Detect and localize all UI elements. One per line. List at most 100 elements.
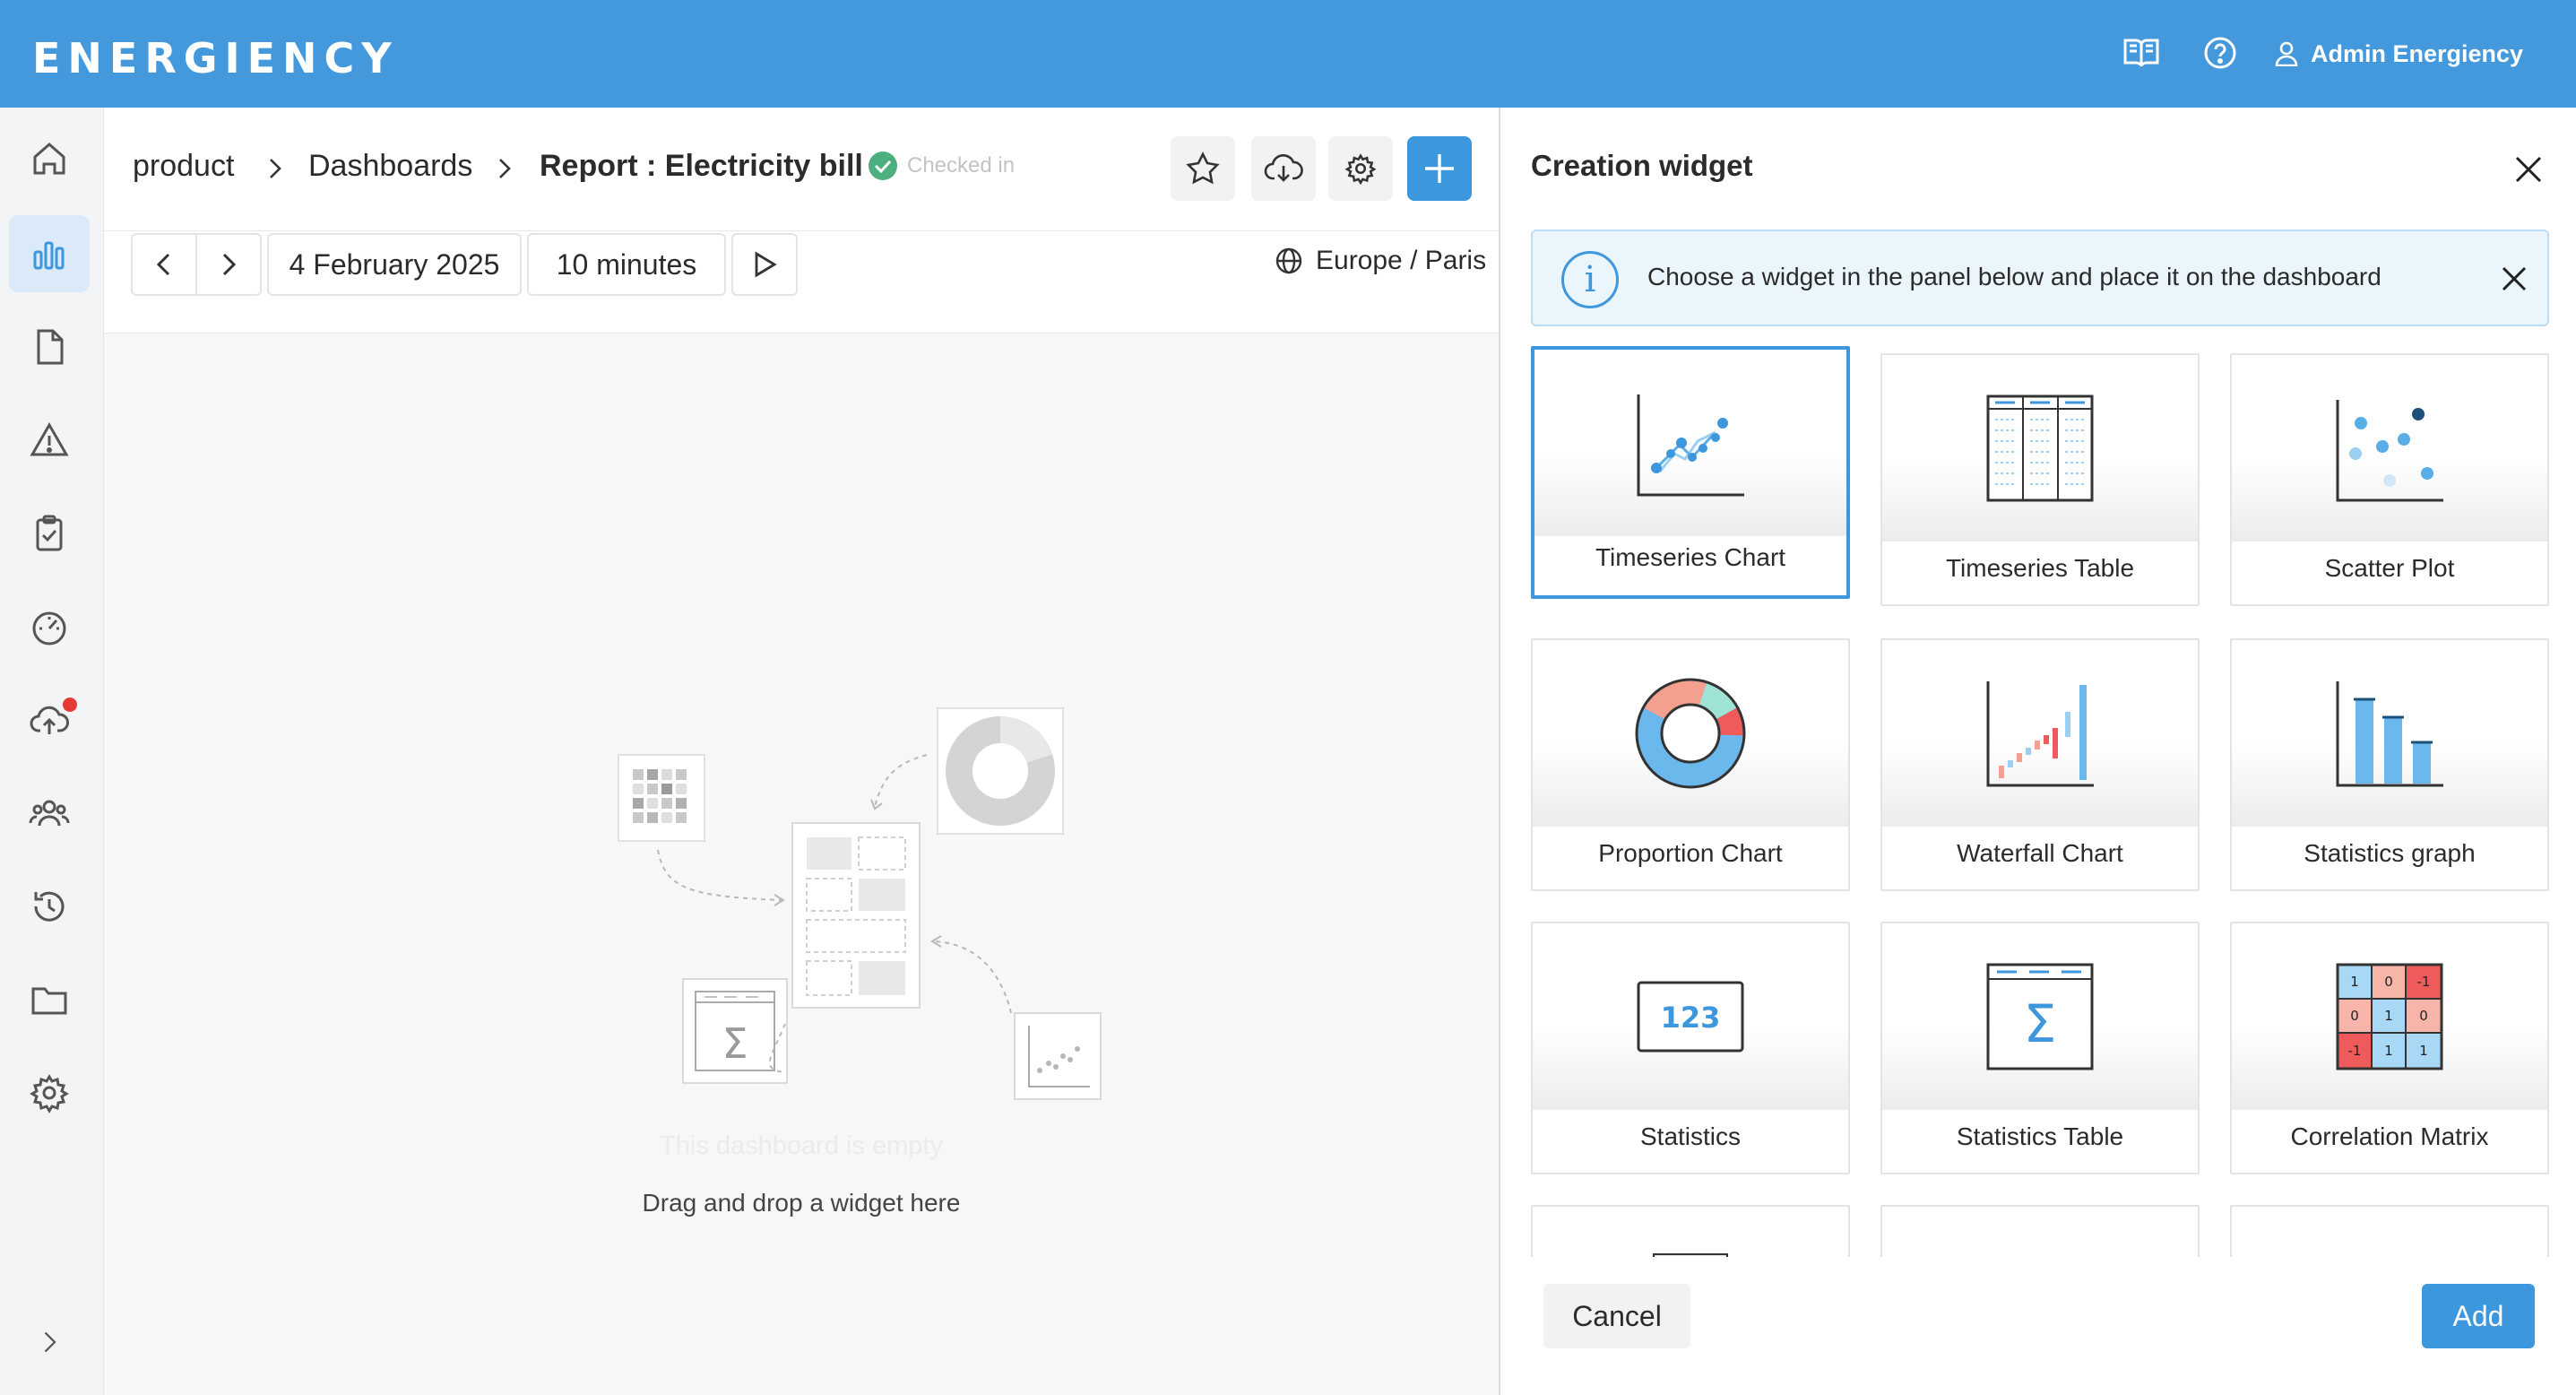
statistics-bar-icon [2336, 681, 2443, 787]
check-circle-icon [869, 152, 897, 180]
favorite-button[interactable] [1171, 136, 1235, 201]
dashboard-settings-button[interactable] [1328, 136, 1393, 201]
waterfall-chart-icon [1986, 681, 2094, 787]
document-icon [37, 329, 64, 365]
add-button[interactable]: Add [2422, 1284, 2535, 1348]
star-icon [1186, 152, 1220, 185]
close-info-button[interactable] [2492, 256, 2537, 301]
gauge-icon [32, 611, 66, 646]
widget-card-label: Correlation Matrix [2290, 1122, 2489, 1150]
widget-card-label: Timeseries Table [1945, 554, 2135, 582]
widget-card-statistics-graph[interactable]: Statistics graph [2230, 638, 2549, 891]
empty-state-subtitle: Drag and drop a widget here [642, 1189, 961, 1217]
widget-card-proportion-chart[interactable]: Proportion Chart [1531, 638, 1850, 891]
add-widget-button[interactable] [1407, 136, 1472, 201]
number-icon: 123 [1637, 981, 1744, 1053]
svg-text:Σ: Σ [722, 1019, 748, 1068]
close-icon [2515, 156, 2542, 183]
status-text: Checked in [907, 153, 1016, 178]
widget-card-label: Scatter Plot [2324, 554, 2455, 582]
history-icon [34, 891, 65, 922]
home-icon [33, 143, 65, 175]
panel-title: Creation widget [1531, 149, 1753, 182]
sidebar-item-history[interactable] [9, 868, 90, 945]
sidebar-item-alerts[interactable] [9, 402, 90, 479]
widget-grid: Timeseries Chart Timeseries Table Scatte… [1531, 346, 2576, 1379]
sidebar-item-data-import[interactable] [9, 681, 90, 758]
sigma-table-icon: Σ [1986, 963, 2094, 1070]
svg-text:Σ: Σ [2024, 993, 2057, 1054]
chevron-right-icon [499, 159, 511, 178]
matrix-cell: 1 [2384, 1043, 2393, 1059]
play-button[interactable] [731, 233, 798, 296]
close-panel-button[interactable] [2506, 147, 2551, 192]
sidebar-item-settings[interactable] [9, 1054, 90, 1131]
widget-card-label: Statistics [1639, 1122, 1742, 1150]
statistics-value: 123 [1661, 1001, 1721, 1035]
matrix-cell: 1 [2384, 1008, 2393, 1024]
app-logo[interactable]: ENERGIENCY [32, 34, 399, 82]
widget-card-statistics[interactable]: 123 Statistics [1531, 922, 1850, 1174]
widget-card-correlation-matrix[interactable]: 1 0 -1 0 1 0 -1 1 1 Correlation Matrix [2230, 922, 2549, 1174]
sidebar-item-tasks[interactable] [9, 495, 90, 572]
chevron-right-icon [222, 253, 237, 276]
users-group-icon [29, 800, 70, 827]
matrix-cell: 0 [2350, 1008, 2359, 1024]
chevron-right-icon [270, 159, 281, 178]
cloud-download-icon [1264, 153, 1303, 182]
line-chart-icon [1637, 394, 1744, 497]
sidebar [0, 108, 104, 1395]
date-picker[interactable]: 4 February 2025 [267, 233, 522, 296]
top-bar: ENERGIENCY Admin Energiency [0, 0, 2576, 108]
clipboard-check-icon [36, 515, 63, 551]
widget-card-label: Statistics Table [1956, 1122, 2124, 1150]
sidebar-expand-button[interactable] [9, 1304, 90, 1381]
panel-footer: Cancel Add [1500, 1257, 2576, 1395]
widget-card-statistics-table[interactable]: Σ Statistics Table [1880, 922, 2200, 1174]
breadcrumb-product[interactable]: product [133, 149, 234, 184]
gear-icon [1344, 153, 1377, 186]
warning-icon [30, 421, 69, 456]
dashboard-area: product Dashboards Report : Electricity … [104, 108, 1499, 1395]
documentation-book-icon[interactable] [2121, 32, 2162, 74]
close-icon [2502, 266, 2527, 291]
bar-chart-icon [33, 241, 65, 270]
chevron-right-icon [44, 1331, 56, 1353]
sidebar-item-home[interactable] [9, 120, 90, 197]
sidebar-item-users[interactable] [9, 775, 90, 852]
table-icon [1986, 394, 2094, 502]
timezone-selector[interactable]: Europe / Paris [1275, 246, 1486, 276]
matrix-cell: 1 [2350, 974, 2359, 990]
widget-card-timeseries-table[interactable]: Timeseries Table [1880, 353, 2200, 606]
user-menu[interactable]: Admin Energiency [2275, 36, 2523, 72]
widget-card-waterfall-chart[interactable]: Waterfall Chart [1880, 638, 2200, 891]
previous-period-button[interactable] [131, 233, 197, 296]
sidebar-item-files[interactable] [9, 961, 90, 1038]
info-text: Choose a widget in the panel below and p… [1647, 263, 2382, 290]
sidebar-item-reports[interactable] [9, 308, 90, 386]
widget-card-label: Statistics graph [2304, 839, 2476, 867]
download-button[interactable] [1251, 136, 1316, 201]
folder-icon [31, 987, 67, 1015]
donut-chart-icon [1635, 678, 1746, 789]
sidebar-item-dashboards[interactable] [9, 215, 90, 292]
matrix-cell: -1 [2348, 1043, 2362, 1059]
user-name: Admin Energiency [2311, 39, 2524, 67]
info-icon: i [1561, 251, 1619, 308]
gear-icon [30, 1074, 69, 1113]
page-title: Report : Electricity bill [540, 149, 863, 183]
matrix-cell: 0 [2384, 974, 2393, 990]
widget-card-timeseries-chart[interactable]: Timeseries Chart [1531, 346, 1850, 599]
interval-select[interactable]: 10 minutes [527, 233, 726, 296]
chevron-left-icon [156, 253, 170, 276]
next-period-button[interactable] [195, 233, 262, 296]
help-question-icon[interactable] [2200, 32, 2241, 74]
timezone-text: Europe / Paris [1316, 246, 1487, 275]
breadcrumb-dashboards[interactable]: Dashboards [308, 149, 472, 184]
widget-card-scatter-plot[interactable]: Scatter Plot [2230, 353, 2549, 606]
correlation-matrix-icon: 1 0 -1 0 1 0 -1 1 1 [2336, 963, 2443, 1070]
sidebar-item-performance[interactable] [9, 588, 90, 665]
cancel-button[interactable]: Cancel [1543, 1284, 1690, 1348]
widget-creation-panel: Creation widget i Choose a widget in the… [1499, 108, 2576, 1395]
globe-icon [1275, 247, 1302, 274]
